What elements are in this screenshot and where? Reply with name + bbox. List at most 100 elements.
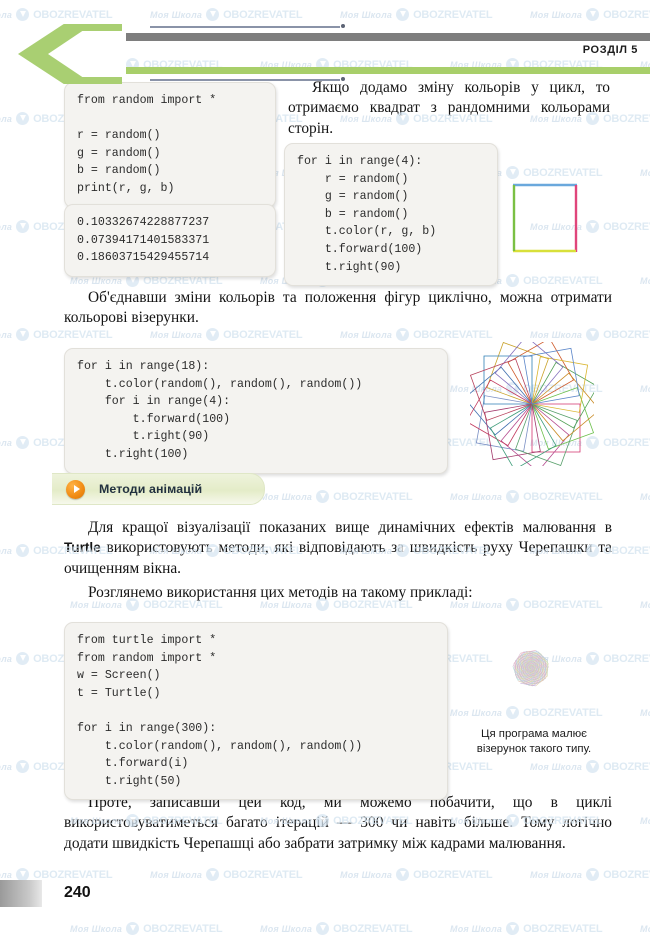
header-green-bar xyxy=(112,67,650,74)
rosette-square xyxy=(515,403,578,467)
watermark-school-text: Моя Школа xyxy=(340,869,393,880)
watermark: Моя Школа OBOZREVATEL xyxy=(0,328,113,341)
watermark-school-text: Моя Школа xyxy=(260,491,313,502)
watermark-oboz-text: OBOZREVATEL xyxy=(413,328,493,341)
watermark-school-text: Моя Школа xyxy=(0,113,13,124)
rosette-square xyxy=(531,361,599,429)
page-header: РОЗДІЛ 5 xyxy=(0,0,650,84)
header-thin-rule-bottom xyxy=(150,79,340,81)
watermark: Моя ШколаOBOZREVATEL xyxy=(260,490,413,503)
watermark-oboz-text: OBOZREVATEL xyxy=(223,328,303,341)
watermark-school-text: Моя Школа xyxy=(640,599,650,610)
rosette-square xyxy=(531,387,595,450)
watermark: Моя Школа OBOZREVATEL xyxy=(150,328,303,341)
play-circle-logo-icon xyxy=(16,112,30,125)
code-block-random-import: from random import * r = random() g = ra… xyxy=(64,82,276,208)
watermark: Моя Школа OBOZREVATEL xyxy=(260,922,413,935)
watermark-school-text: Моя Школа xyxy=(0,221,13,232)
watermark-oboz-text: OBOZREVATEL xyxy=(523,922,603,935)
play-circle-logo-icon xyxy=(396,868,410,881)
watermark-oboz-text: OBOZREVATEL xyxy=(33,328,113,341)
header-gray-bar xyxy=(112,33,650,41)
watermark-school-text: Моя Школа xyxy=(70,275,123,286)
watermark: Моя ШколаOBOZREVATEL xyxy=(640,598,650,611)
watermark-oboz-text: OBOZREVATEL xyxy=(333,922,413,935)
watermark-school-text: Моя Школа xyxy=(640,923,650,934)
play-circle-logo-icon xyxy=(16,544,30,557)
watermark-oboz-text: OBOZREVATEL xyxy=(603,220,650,233)
watermark-school-text: Моя Школа xyxy=(640,707,650,718)
watermark-school-text: Моя Школа xyxy=(0,437,13,448)
watermark: Моя Школа OBOZREVATEL xyxy=(340,328,493,341)
pale-spiral-figure xyxy=(472,612,590,724)
watermark: Моя ШколаOBOZREVATEL xyxy=(640,922,650,935)
page-number: 240 xyxy=(64,884,91,901)
watermark-oboz-text: OBOZREVATEL xyxy=(33,868,113,881)
paragraph-iterations-note: Проте, записавши цей код, ми можемо поба… xyxy=(64,794,612,852)
watermark-oboz-text: OBOZREVATEL xyxy=(523,166,603,179)
watermark-school-text: Моя Школа xyxy=(0,329,13,340)
play-circle-logo-icon xyxy=(586,868,600,881)
code-output-random-values: 0.10332674228877237 0.07394171401583371 … xyxy=(64,204,276,277)
watermark-school-text: Моя Школа xyxy=(640,383,650,394)
section-heading-animation-methods: Методи анімацій xyxy=(52,473,265,505)
watermark: Моя ШколаOBOZREVATEL xyxy=(640,166,650,179)
chapter-label: РОЗДІЛ 5 xyxy=(582,44,638,56)
watermark-school-text: Моя Школа xyxy=(150,869,203,880)
watermark-school-text: Моя Школа xyxy=(530,329,583,340)
paragraph-turtle-part2: використовують методи, які відповідають … xyxy=(64,539,612,577)
watermark-oboz-text: OBOZREVATEL xyxy=(603,112,650,125)
play-circle-logo-icon xyxy=(506,922,520,935)
watermark-school-text: Моя Школа xyxy=(260,923,313,934)
watermark-oboz-text: OBOZREVATEL xyxy=(143,922,223,935)
watermark: Моя ШколаOBOZREVATEL xyxy=(640,706,650,719)
watermark: Моя ШколаOBOZREVATEL xyxy=(450,922,603,935)
watermark-school-text: Моя Школа xyxy=(340,329,393,340)
watermark-oboz-text: OBOZREVATEL xyxy=(223,868,303,881)
turtle-keyword: Turtle xyxy=(64,540,101,556)
watermark-oboz-text: OBOZREVATEL xyxy=(603,868,650,881)
section-heading-label: Методи анімацій xyxy=(99,482,203,496)
watermark-oboz-text: OBOZREVATEL xyxy=(603,760,650,773)
watermark-oboz-text: OBOZREVATEL xyxy=(523,490,603,503)
watermark-school-text: Моя Школа xyxy=(0,869,13,880)
play-circle-logo-icon xyxy=(586,220,600,233)
figure-caption: Ця програма малює візерунок такого типу. xyxy=(476,728,592,756)
play-circle-logo-icon xyxy=(16,652,30,665)
arrow-right-icon xyxy=(66,479,85,499)
watermark-school-text: Моя Школа xyxy=(450,491,503,502)
rosette-square xyxy=(489,403,557,471)
rosette-square xyxy=(469,358,533,421)
watermark: Моя ШколаOBOZREVATEL xyxy=(640,274,650,287)
play-circle-logo-icon xyxy=(586,760,600,773)
watermark-school-text: Моя Школа xyxy=(640,167,650,178)
watermark-school-text: Моя Школа xyxy=(640,815,650,826)
footer-gray-bar xyxy=(0,880,42,907)
watermark-oboz-text: OBOZREVATEL xyxy=(413,868,493,881)
code-block-rosette-pattern: for i in range(18): t.color(random(), ra… xyxy=(64,348,448,474)
play-circle-logo-icon xyxy=(16,436,30,449)
watermark-oboz-text: OBOZREVATEL xyxy=(523,274,603,287)
watermark-school-text: Моя Школа xyxy=(640,491,650,502)
code-block-turtle-spiral: from turtle import * from random import … xyxy=(64,622,448,801)
watermark: Моя Школа OBOZREVATEL xyxy=(530,328,650,341)
watermark: Моя Школа OBOZREVATEL xyxy=(150,868,303,881)
watermark-oboz-text: OBOZREVATEL xyxy=(603,652,650,665)
watermark-oboz-text: OBOZREVATEL xyxy=(603,328,650,341)
rosette-square xyxy=(465,379,533,447)
play-circle-logo-icon xyxy=(206,328,220,341)
header-dot-top xyxy=(341,24,345,28)
play-circle-logo-icon xyxy=(506,274,520,287)
watermark-school-text: Моя Школа xyxy=(150,329,203,340)
play-circle-logo-icon xyxy=(506,490,520,503)
watermark: Моя ШколаOBOZREVATEL xyxy=(640,490,650,503)
code-block-colored-square: for i in range(4): r = random() g = rand… xyxy=(284,143,498,287)
header-dot-bottom xyxy=(341,77,345,81)
paragraph-color-patterns: Об'єднавши зміни кольорів та положення ф… xyxy=(64,289,612,327)
watermark: Моя Школа OBOZREVATEL xyxy=(530,760,650,773)
play-circle-logo-icon xyxy=(586,328,600,341)
watermark-school-text: Моя Школа xyxy=(0,653,13,664)
watermark-school-text: Моя Школа xyxy=(530,761,583,772)
paragraph-color-change-intro: Якщо додамо зміну кольорів у цикл, то от… xyxy=(288,79,610,137)
play-circle-logo-icon xyxy=(316,490,330,503)
